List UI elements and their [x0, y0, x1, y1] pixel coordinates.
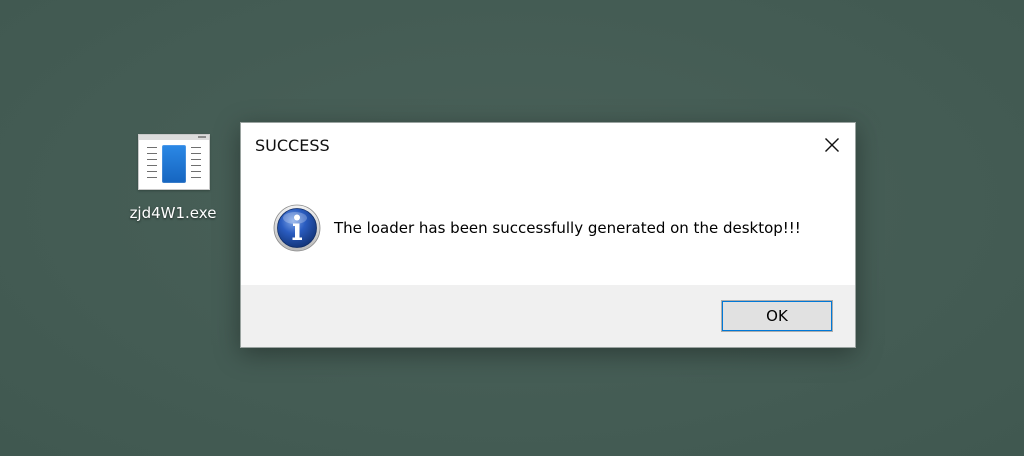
thumbnail-document: [162, 145, 186, 183]
dialog-title-bar[interactable]: SUCCESS: [241, 123, 855, 167]
message-box-dialog: SUCCESS The loader has been successfully…: [240, 122, 856, 348]
ok-button[interactable]: OK: [721, 300, 833, 332]
dialog-content: The loader has been successfully generat…: [241, 167, 855, 285]
dialog-title: SUCCESS: [255, 136, 330, 155]
thumbnail-lines-right: [191, 147, 201, 183]
dialog-footer: OK: [241, 285, 855, 347]
close-icon: [825, 138, 839, 152]
close-button[interactable]: [809, 123, 855, 167]
thumbnail-lines-left: [147, 147, 157, 183]
document-icon: [138, 134, 210, 190]
thumbnail-titlebar: [139, 135, 209, 140]
dialog-message: The loader has been successfully generat…: [334, 219, 801, 237]
information-icon: [273, 204, 321, 252]
desktop-file-icon[interactable]: zjd4W1.exe: [114, 128, 232, 232]
desktop-file-label: zjd4W1.exe: [129, 204, 217, 222]
